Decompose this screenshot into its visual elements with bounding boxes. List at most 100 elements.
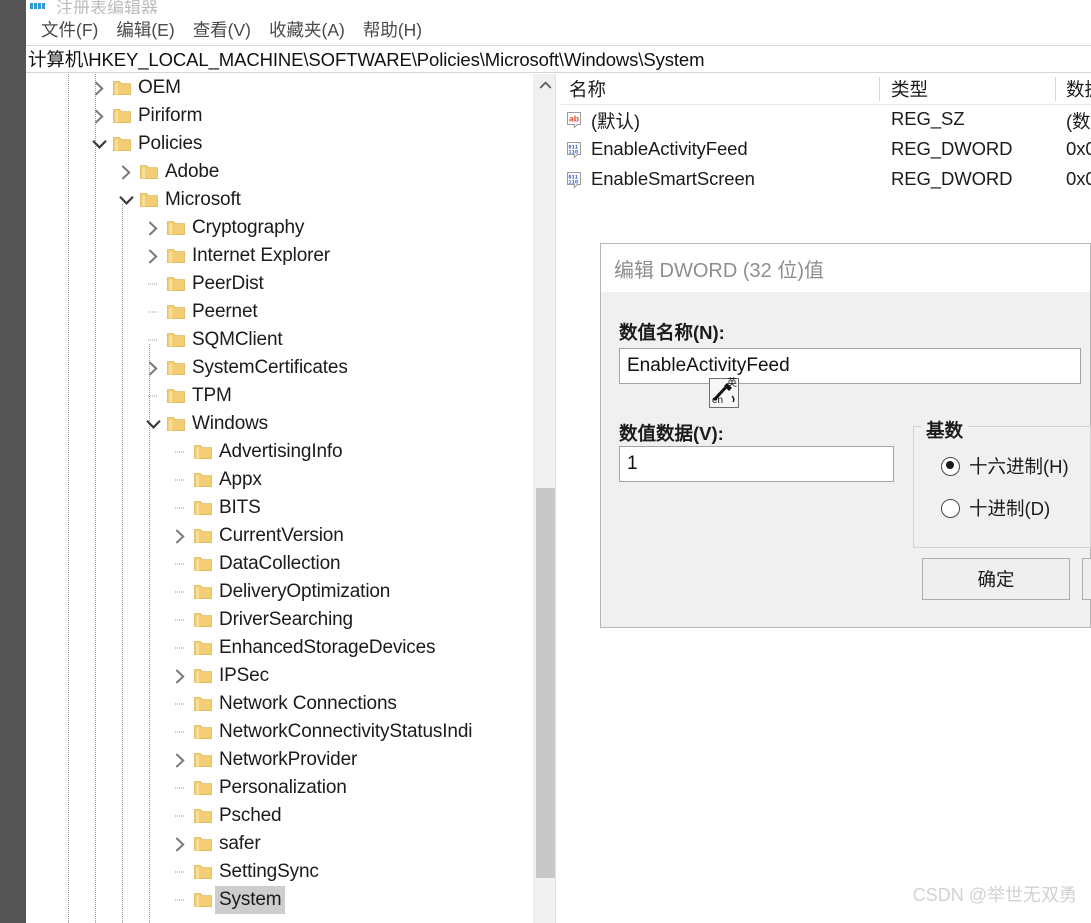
chevron-right-icon[interactable] <box>169 830 191 858</box>
chevron-down-icon[interactable] <box>88 130 110 158</box>
tree-item-bits[interactable]: BITS <box>26 494 533 522</box>
tree-item-peernet[interactable]: Peernet <box>26 298 533 326</box>
column-type[interactable]: 类型 <box>891 76 928 102</box>
value-name-input[interactable]: EnableActivityFeed <box>619 348 1081 384</box>
ok-button[interactable]: 确定 <box>922 558 1070 600</box>
tree-item-piriform[interactable]: Piriform <box>26 102 533 130</box>
menu-view[interactable]: 查看(V) <box>184 17 260 42</box>
tree-leaf-connector-icon <box>169 578 191 606</box>
tree-item-networkconnectivitystatusindi[interactable]: NetworkConnectivityStatusIndi <box>26 718 533 746</box>
radio-hexadecimal-indicator[interactable] <box>941 456 960 476</box>
tree-item-windows[interactable]: Windows <box>26 410 533 438</box>
menu-file[interactable]: 文件(F) <box>32 17 107 42</box>
chevron-right-icon[interactable] <box>169 522 191 550</box>
chevron-right-icon[interactable] <box>142 214 164 242</box>
column-name[interactable]: 名称 <box>569 76 606 102</box>
folder-icon <box>193 835 213 853</box>
tree-vertical-scrollbar[interactable] <box>533 74 556 923</box>
scroll-thumb[interactable] <box>536 488 555 878</box>
tree-item-label: SystemCertificates <box>192 357 348 378</box>
column-divider[interactable] <box>879 77 880 101</box>
tree-item-label: IPSec <box>219 665 269 686</box>
tree-item-appx[interactable]: Appx <box>26 466 533 494</box>
folder-icon <box>193 723 213 741</box>
folder-icon <box>193 471 213 489</box>
folder-icon <box>193 667 213 685</box>
cancel-button[interactable] <box>1082 558 1091 600</box>
radio-decimal[interactable]: 十进制(D) <box>941 495 1050 521</box>
tree-item-oem[interactable]: OEM <box>26 74 533 102</box>
chevron-right-icon[interactable] <box>142 242 164 270</box>
tree-item-label: EnhancedStorageDevices <box>219 637 436 658</box>
chevron-right-icon[interactable] <box>142 354 164 382</box>
window-titlebar[interactable]: 注册表编辑器 <box>26 0 1091 14</box>
tree-item-label: DataCollection <box>219 553 341 574</box>
tree-item-safer[interactable]: safer <box>26 830 533 858</box>
tree-item-ipsec[interactable]: IPSec <box>26 662 533 690</box>
tree-item-psched[interactable]: Psched <box>26 802 533 830</box>
menu-help[interactable]: 帮助(H) <box>354 17 431 42</box>
tree-item-personalization[interactable]: Personalization <box>26 774 533 802</box>
menu-edit[interactable]: 编辑(E) <box>107 17 183 42</box>
tree-item-policies[interactable]: Policies <box>26 130 533 158</box>
tree-item-adobe[interactable]: Adobe <box>26 158 533 186</box>
radio-hexadecimal[interactable]: 十六进制(H) <box>941 453 1069 479</box>
tree-item-networkprovider[interactable]: NetworkProvider <box>26 746 533 774</box>
ime-cursor-indicator: en 英 <box>709 378 739 408</box>
column-data[interactable]: 数据 <box>1066 76 1091 102</box>
folder-icon <box>193 751 213 769</box>
tree-item-label: Policies <box>138 133 203 154</box>
tree-item-deliveryoptimization[interactable]: DeliveryOptimization <box>26 578 533 606</box>
tree-item-datacollection[interactable]: DataCollection <box>26 550 533 578</box>
tree-item-system[interactable]: System <box>26 886 533 914</box>
tree-item-label: TPM <box>192 385 232 406</box>
chevron-down-icon[interactable] <box>142 410 164 438</box>
folder-icon <box>193 527 213 545</box>
dword-value-icon: 011 110 <box>565 170 585 190</box>
folder-icon <box>112 79 132 97</box>
tree-item-label: SettingSync <box>219 861 319 882</box>
tree-leaf-connector-icon <box>169 634 191 662</box>
menu-favorites[interactable]: 收藏夹(A) <box>260 17 354 42</box>
tree-leaf-connector-icon <box>142 298 164 326</box>
tree-item-cryptography[interactable]: Cryptography <box>26 214 533 242</box>
chevron-right-icon[interactable] <box>115 158 137 186</box>
table-row[interactable]: ab (默认) REG_SZ (数值 <box>561 105 1091 135</box>
column-divider[interactable] <box>1055 77 1056 101</box>
folder-icon <box>193 499 213 517</box>
folder-icon <box>193 583 213 601</box>
value-data-input[interactable]: 1 <box>619 446 894 482</box>
chevron-right-icon[interactable] <box>169 662 191 690</box>
chevron-down-icon[interactable] <box>115 186 137 214</box>
registry-tree-pane[interactable]: OEM Piriform Policies Adobe Microsoft Cryptog… <box>26 74 533 923</box>
folder-icon <box>139 191 159 209</box>
tree-item-settingsync[interactable]: SettingSync <box>26 858 533 886</box>
chevron-right-icon[interactable] <box>169 746 191 774</box>
tree-item-microsoft[interactable]: Microsoft <box>26 186 533 214</box>
tree-item-systemcertificates[interactable]: SystemCertificates <box>26 354 533 382</box>
tree-item-driversearching[interactable]: DriverSearching <box>26 606 533 634</box>
scroll-up-arrow-icon[interactable] <box>534 74 556 96</box>
tree-item-advertisinginfo[interactable]: AdvertisingInfo <box>26 438 533 466</box>
radio-decimal-indicator[interactable] <box>941 498 960 518</box>
tree-item-sqmclient[interactable]: SQMClient <box>26 326 533 354</box>
chevron-right-icon[interactable] <box>88 102 110 130</box>
tree-item-currentversion[interactable]: CurrentVersion <box>26 522 533 550</box>
tree-item-enhancedstoragedevices[interactable]: EnhancedStorageDevices <box>26 634 533 662</box>
tree-item-internet-explorer[interactable]: Internet Explorer <box>26 242 533 270</box>
tree-item-tpm[interactable]: TPM <box>26 382 533 410</box>
folder-icon <box>112 107 132 125</box>
chevron-right-icon[interactable] <box>88 74 110 102</box>
folder-icon <box>193 863 213 881</box>
folder-icon <box>166 275 186 293</box>
tree-item-network-connections[interactable]: Network Connections <box>26 690 533 718</box>
tree-item-peerdist[interactable]: PeerDist <box>26 270 533 298</box>
table-row[interactable]: 011 110 EnableActivityFeed REG_DWORD 0x0 <box>561 135 1091 165</box>
dialog-titlebar[interactable]: 编辑 DWORD (32 位)值 <box>601 244 1090 292</box>
tree-leaf-connector-icon <box>169 886 191 914</box>
ime-cursor-en-label: en <box>712 395 724 406</box>
tree-item-label: Microsoft <box>165 189 241 210</box>
tree-leaf-connector-icon <box>142 326 164 354</box>
address-bar[interactable]: 计算机\HKEY_LOCAL_MACHINE\SOFTWARE\Policies… <box>26 45 1091 73</box>
table-row[interactable]: 011 110 EnableSmartScreen REG_DWORD 0x0 <box>561 165 1091 195</box>
